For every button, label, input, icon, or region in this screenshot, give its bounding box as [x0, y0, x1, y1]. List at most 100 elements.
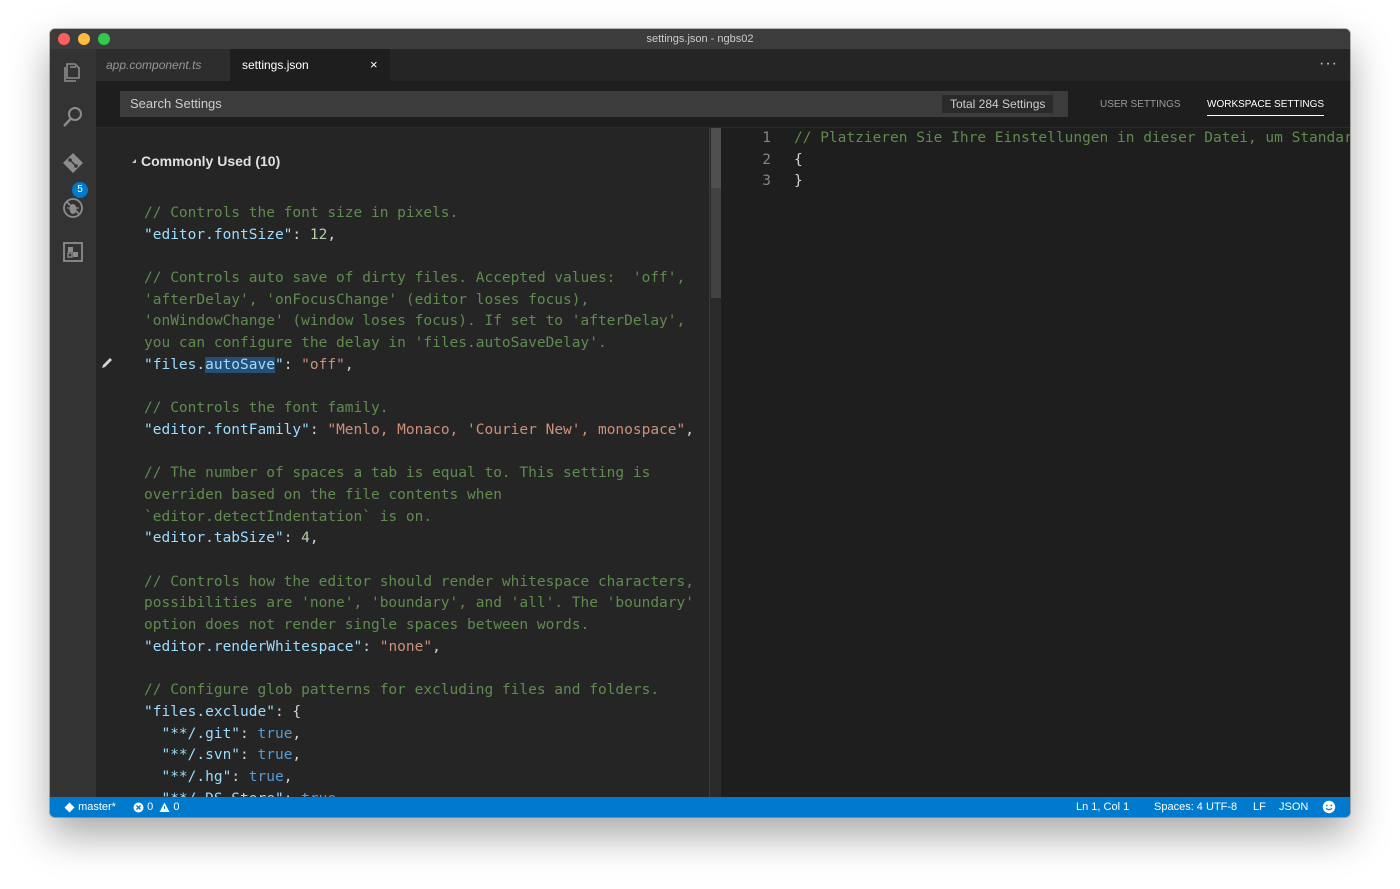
tab-workspace-settings[interactable]: WORKSPACE SETTINGS: [1207, 98, 1325, 116]
code-line: "editor.tabSize": 4,: [144, 528, 704, 550]
code-line: "editor.fontFamily": "Menlo, Monaco, 'Co…: [144, 420, 704, 442]
maximize-window-button[interactable]: [98, 33, 110, 45]
tab-settings-json[interactable]: settings.json ×: [230, 49, 390, 81]
workspace-settings-code[interactable]: // Platzieren Sie Ihre Einstellungen in …: [794, 128, 1350, 193]
code-line: // Controls the font size in pixels.: [144, 203, 704, 225]
setting-key-highlight: autoSave: [205, 356, 275, 373]
setting-value: {: [292, 703, 302, 720]
setting-comment: // Controls how the editor should render…: [144, 573, 694, 590]
code-line: "editor.fontSize": 12,: [144, 225, 704, 247]
source-control-icon[interactable]: [61, 151, 85, 175]
end-of-line[interactable]: LF: [1253, 797, 1266, 817]
setting-value: "off": [301, 356, 345, 373]
code-line: // Controls how the editor should render…: [144, 572, 704, 594]
setting-comment: // Configure glob patterns for excluding…: [144, 682, 660, 699]
setting-comment: overriden based on the file contents whe…: [144, 486, 502, 503]
problems-indicator[interactable]: 0 0: [133, 797, 179, 817]
separator: :: [292, 226, 310, 243]
code-line: "**/.git": true,: [144, 724, 704, 746]
feedback-smiley-icon[interactable]: [1322, 800, 1336, 817]
setting-key: "**/.svn": [144, 747, 241, 764]
git-branch-icon: [64, 802, 75, 813]
setting-comment: possibilities are 'none', 'boundary', an…: [144, 595, 694, 612]
separator: :: [309, 421, 328, 438]
setting-key: "**/.hg": [144, 768, 232, 785]
error-icon: [133, 802, 144, 813]
encoding[interactable]: UTF-8: [1206, 797, 1237, 817]
code-line: option does not render single spaces bet…: [144, 615, 704, 637]
close-window-button[interactable]: [58, 33, 70, 45]
edit-pencil-icon[interactable]: [100, 356, 114, 370]
explorer-files-icon[interactable]: [61, 60, 85, 84]
setting-value: true: [248, 768, 284, 785]
section-title[interactable]: Commonly Used (10): [141, 153, 280, 169]
language-mode[interactable]: JSON: [1279, 797, 1308, 817]
setting-value: 4: [301, 530, 310, 547]
search-settings-input[interactable]: Search Settings: [120, 91, 1068, 117]
tab-label: app.component.ts: [106, 58, 202, 72]
punctuation: ,: [292, 747, 302, 764]
setting-key: "files.exclude": [144, 703, 275, 720]
setting-key: "editor.fontFamily": [144, 421, 310, 438]
setting-comment: 'afterDelay', 'onFocusChange' (editor lo…: [144, 291, 590, 308]
separator: :: [362, 638, 380, 655]
minimize-window-button[interactable]: [78, 33, 90, 45]
setting-key: "editor.fontSize": [144, 226, 293, 243]
error-count: 0: [147, 801, 154, 813]
more-actions-icon[interactable]: ···: [1319, 49, 1338, 79]
setting-key: "editor.renderWhitespace": [144, 638, 363, 655]
code-line: // The number of spaces a tab is equal t…: [144, 463, 704, 485]
code-line: "**/.DS_Store": true,: [144, 789, 704, 797]
setting-value: "Menlo, Monaco, 'Courier New', monospace…: [327, 421, 686, 438]
code-line: // Platzieren Sie Ihre Einstellungen in …: [794, 128, 1350, 150]
setting-value: 12: [309, 226, 328, 243]
status-bar: master* 0 0 Ln 1, Col 1 Spaces: 4 UTF-8 …: [50, 797, 1350, 817]
window-title: settings.json - ngbs02: [646, 33, 754, 45]
tab-user-settings[interactable]: USER SETTINGS: [1100, 98, 1181, 112]
line-number-gutter: 1 2 3: [749, 128, 771, 193]
scrollbar-thumb[interactable]: [711, 128, 721, 188]
settings-search-row: Search Settings Total 284 Settings USER …: [96, 81, 1350, 128]
setting-value: true: [257, 725, 293, 742]
setting-comment: // Controls the font size in pixels.: [144, 205, 459, 221]
extensions-icon[interactable]: [61, 240, 85, 264]
scrollbar[interactable]: [709, 128, 721, 797]
code-line: possibilities are 'none', 'boundary', an…: [144, 593, 704, 615]
git-branch[interactable]: master*: [64, 797, 116, 817]
default-settings-code: // Controls the font size in pixels. "edi…: [144, 203, 704, 797]
code-line: // Controls the font family.: [144, 398, 704, 420]
indentation[interactable]: Spaces: 4: [1154, 797, 1203, 817]
debug-icon[interactable]: [61, 196, 85, 220]
scrollbar-thumb-region: [711, 188, 721, 298]
settings-count-badge: Total 284 Settings: [942, 95, 1054, 113]
punctuation: ,: [685, 421, 694, 438]
setting-comment: // Controls the font family.: [144, 400, 389, 417]
setting-value: "none": [379, 638, 433, 655]
tab-app-component[interactable]: app.component.ts: [96, 49, 230, 81]
separator: :: [274, 703, 293, 720]
line-number: 1: [762, 130, 771, 146]
code-line: overriden based on the file contents whe…: [144, 485, 704, 507]
code-line: "**/.svn": true,: [144, 745, 704, 767]
close-icon[interactable]: ×: [370, 49, 378, 81]
setting-key: ": [274, 356, 284, 373]
punctuation: ,: [309, 530, 319, 547]
default-settings-pane[interactable]: Commonly Used (10) // Controls the font …: [96, 128, 709, 797]
activity-bar: 5: [50, 49, 96, 797]
setting-comment: 'onWindowChange' (window loses focus). I…: [144, 313, 686, 330]
cursor-position[interactable]: Ln 1, Col 1: [1076, 797, 1129, 817]
code-line: `editor.detectIndentation` is on.: [144, 507, 704, 529]
vscode-window: settings.json - ngbs02 5 app.component.t…: [50, 29, 1350, 817]
code-line: {: [794, 150, 1350, 172]
setting-key: "files.: [144, 356, 206, 373]
workspace-settings-editor[interactable]: 1 2 3 // Platzieren Sie Ihre Einstellungen…: [721, 128, 1350, 797]
collapse-caret-icon[interactable]: [132, 159, 136, 163]
code-line: }: [794, 171, 1350, 193]
code-line: "**/.hg": true,: [144, 767, 704, 789]
line-number: 3: [762, 173, 771, 190]
setting-value: true: [257, 747, 293, 764]
search-icon[interactable]: [61, 105, 85, 129]
code-line: you can configure the delay in 'files.au…: [144, 333, 704, 355]
